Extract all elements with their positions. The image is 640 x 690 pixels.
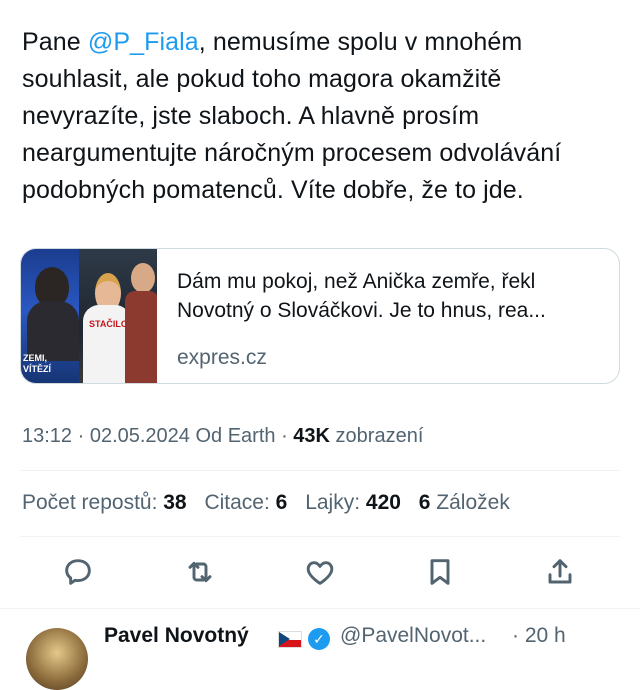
- link-domain: expres.cz: [177, 346, 267, 369]
- thumbnail-left-photo: ZEMI, VÍTĚZÍ: [21, 249, 79, 383]
- thumbnail-right-photo: STAČILO: [79, 249, 157, 383]
- link-thumbnail: ZEMI, VÍTĚZÍ STAČILO: [21, 249, 157, 383]
- avatar[interactable]: [26, 628, 88, 690]
- next-tweet-header[interactable]: Pavel Novotný ✓ @PavelNovot... · 20 h: [22, 620, 632, 690]
- repost-icon: [188, 561, 212, 583]
- share-icon: [548, 559, 572, 584]
- bookmark-icon: [430, 559, 450, 585]
- likes-stat[interactable]: Lajky: 420: [305, 491, 401, 514]
- link-title: Dám mu pokoj, než Anička zemře, řekl Nov…: [177, 270, 546, 322]
- action-bar: [58, 552, 586, 592]
- tweet-separator: [0, 608, 640, 609]
- bookmarks-stat[interactable]: 6 Záložek: [419, 491, 510, 514]
- link-info: Dám mu pokoj, než Anička zemře, řekl Nov…: [157, 249, 619, 383]
- shirt-text: STAČILO: [89, 319, 128, 329]
- share-button[interactable]: [540, 552, 580, 592]
- thumbnail-caption: ZEMI, VÍTĚZÍ: [23, 353, 52, 374]
- divider-top: [20, 470, 620, 471]
- like-button[interactable]: [300, 552, 340, 592]
- next-tweet-handle[interactable]: @PavelNovot...: [340, 624, 486, 648]
- tweet-text-prefix: Pane: [22, 28, 88, 56]
- reply-button[interactable]: [58, 552, 98, 592]
- verified-badge-icon: ✓: [308, 628, 330, 650]
- heart-icon: [306, 561, 334, 585]
- link-preview-card[interactable]: ZEMI, VÍTĚZÍ STAČILO Dám mu pokoj, než A…: [20, 248, 620, 384]
- tweet-text: Pane @P_Fiala, nemusíme spolu v mnohém s…: [22, 24, 622, 209]
- bookmark-button[interactable]: [420, 552, 460, 592]
- next-tweet-author[interactable]: Pavel Novotný: [104, 624, 249, 648]
- timestamp[interactable]: 13:12 · 02.05.2024: [22, 425, 190, 447]
- divider-bottom: [20, 536, 620, 537]
- tweet-stats: Počet repostů: 38 Citace: 6 Lajky: 420 6…: [22, 491, 522, 515]
- reply-icon: [65, 559, 91, 585]
- repost-button[interactable]: [180, 552, 220, 592]
- mention-link[interactable]: @P_Fiala: [88, 28, 199, 56]
- views-count: 43K: [293, 425, 330, 447]
- tweet-meta: 13:12 · 02.05.2024 Od Earth · 43K zobraz…: [22, 425, 423, 448]
- next-tweet-time[interactable]: · 20 h: [512, 624, 566, 648]
- source-label: Od Earth ·: [189, 425, 294, 447]
- quotes-stat[interactable]: Citace: 6: [204, 491, 287, 514]
- views-label: zobrazení: [330, 425, 424, 447]
- reposts-stat[interactable]: Počet repostů: 38: [22, 491, 187, 514]
